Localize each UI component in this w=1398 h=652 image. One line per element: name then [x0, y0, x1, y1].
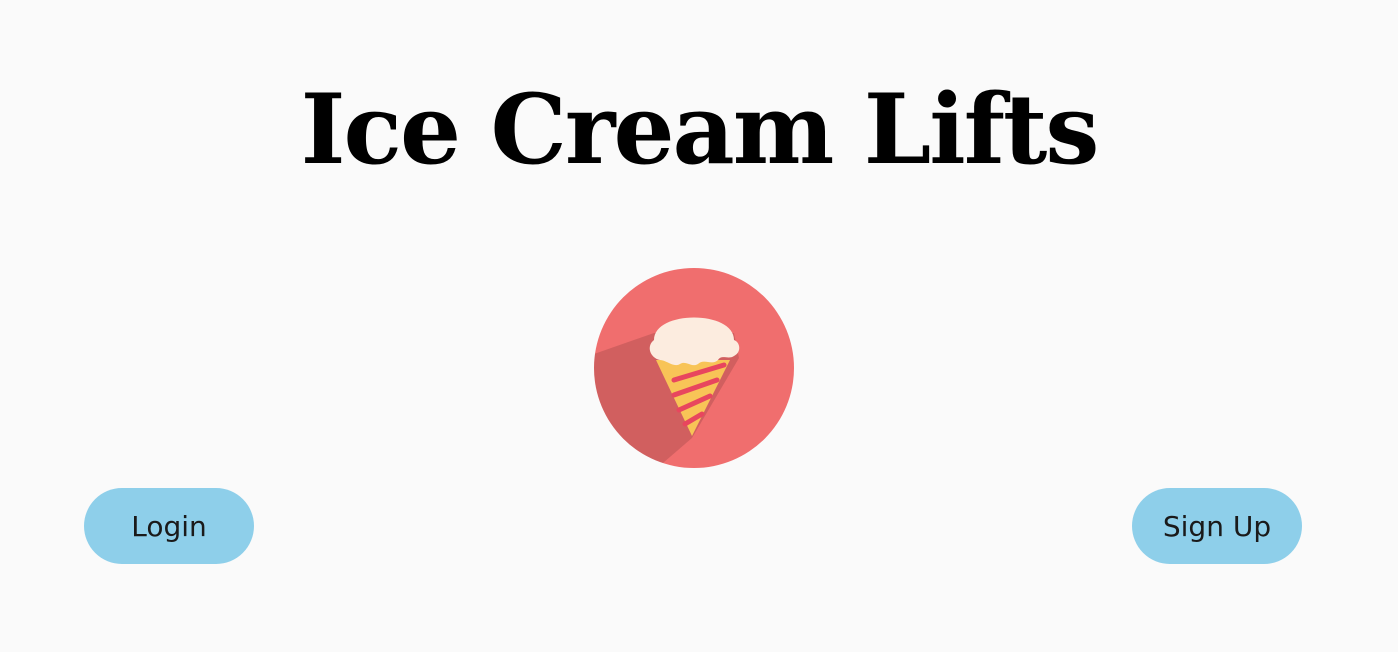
landing-page: Ice Cream Lifts Login Sign Up	[0, 0, 1398, 652]
ice-cream-cone-icon	[594, 268, 794, 468]
app-logo	[594, 268, 794, 468]
sign-up-button[interactable]: Sign Up	[1132, 488, 1302, 564]
app-title: Ice Cream Lifts	[300, 73, 1100, 186]
login-button[interactable]: Login	[84, 488, 254, 564]
